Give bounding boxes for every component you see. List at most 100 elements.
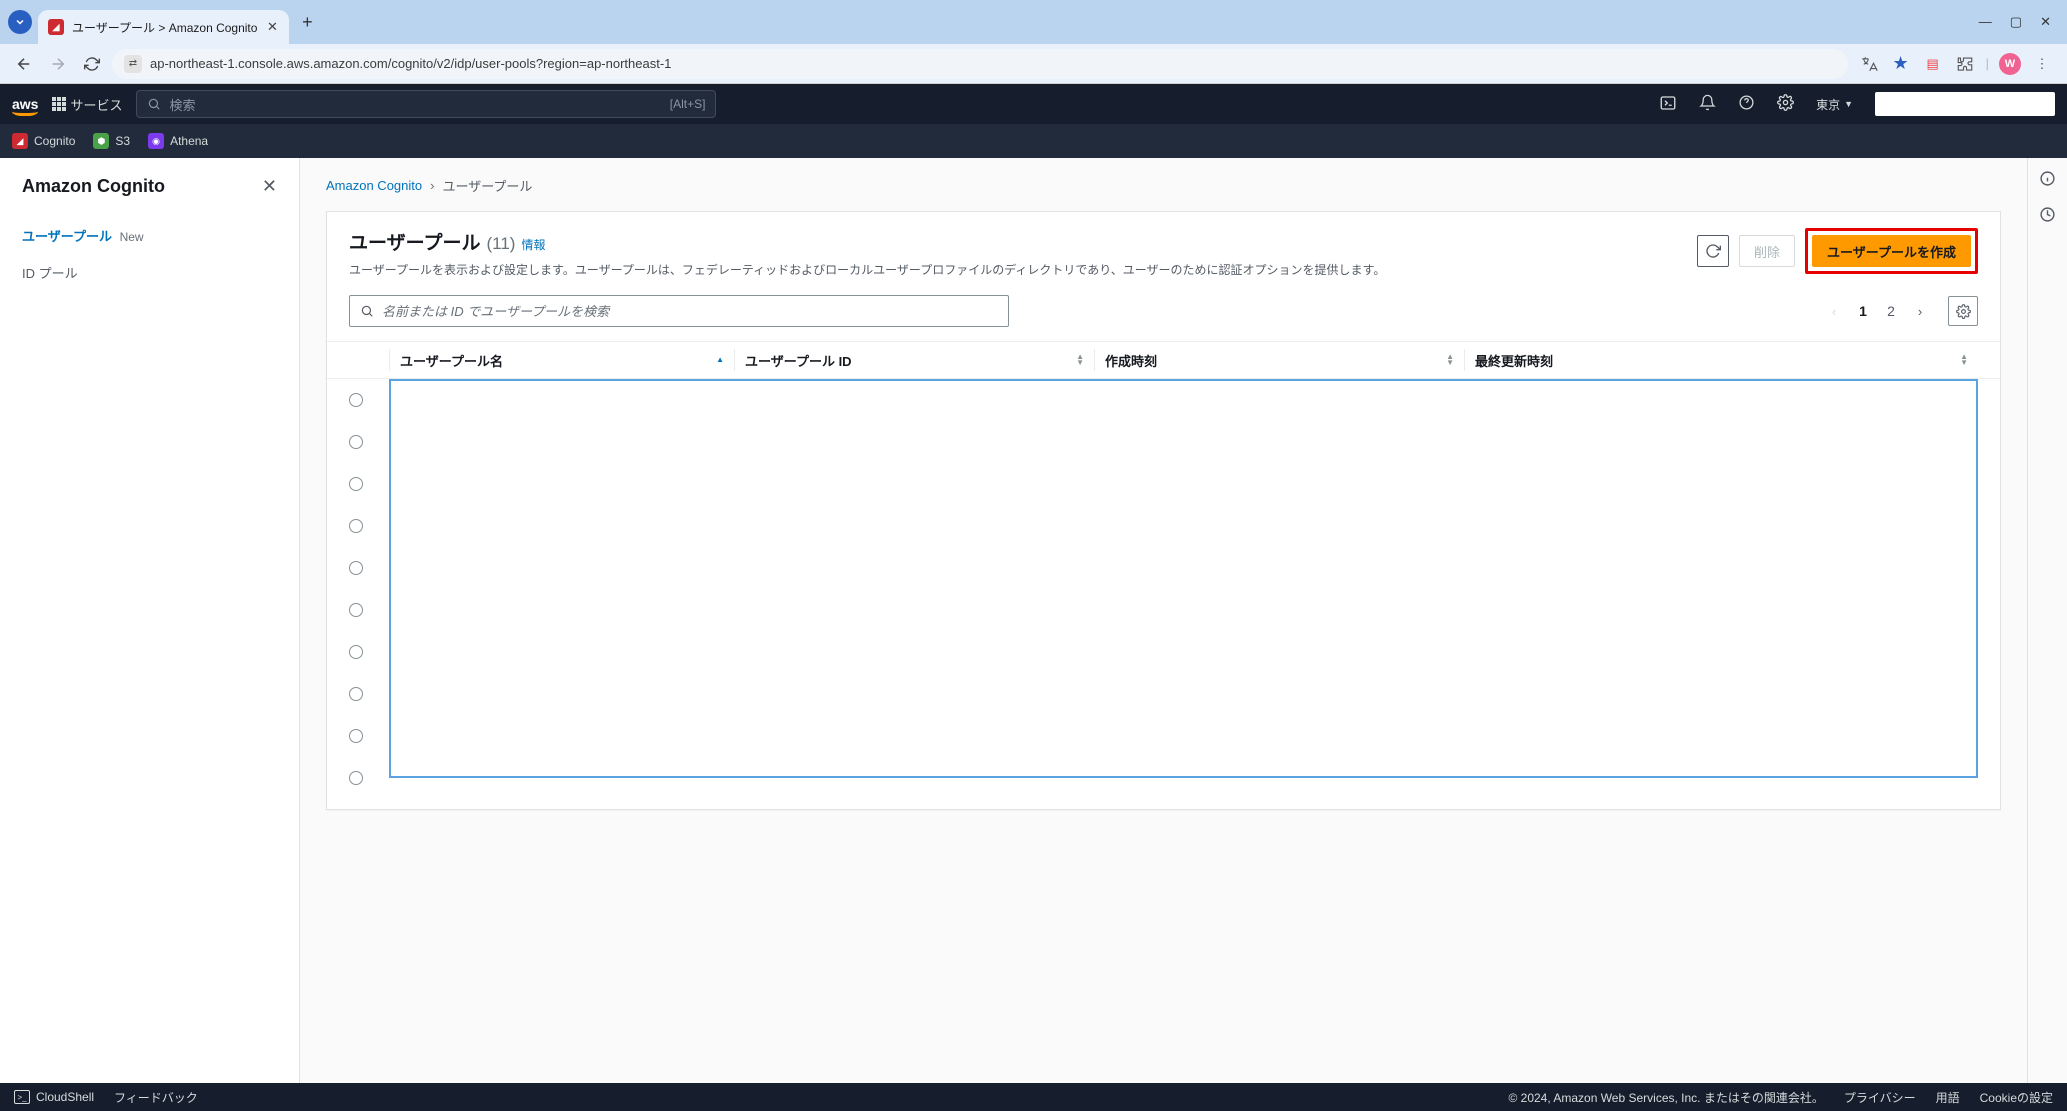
- next-page-button[interactable]: ›: [1908, 299, 1932, 323]
- reload-button[interactable]: [78, 50, 106, 78]
- radio-icon: [349, 687, 363, 701]
- region-selector[interactable]: 東京 ▼: [1816, 96, 1853, 113]
- privacy-link[interactable]: プライバシー: [1844, 1089, 1916, 1106]
- browser-tab-strip: ◢ ユーザープール > Amazon Cognito ✕ + ― ▢ ✕: [0, 0, 2067, 44]
- cloudshell-button[interactable]: >_ CloudShell: [14, 1090, 94, 1104]
- page-description: ユーザープールを表示および設定します。ユーザープールは、フェデレーティッドおよび…: [349, 261, 1697, 279]
- radio-icon: [349, 477, 363, 491]
- search-hotkey-hint: [Alt+S]: [670, 97, 706, 111]
- aws-global-header: aws サービス 検索 [Alt+S] 東京 ▼: [0, 84, 2067, 124]
- search-placeholder: 検索: [169, 95, 195, 114]
- radio-icon: [349, 393, 363, 407]
- translate-icon[interactable]: [1858, 53, 1880, 75]
- table-row-select[interactable]: [349, 379, 389, 421]
- radio-icon: [349, 435, 363, 449]
- help-icon[interactable]: [1738, 94, 1755, 114]
- tab-close-icon[interactable]: ✕: [265, 20, 279, 34]
- refresh-icon: [1705, 243, 1721, 259]
- sort-icon: ▲▼: [1076, 354, 1084, 366]
- info-link[interactable]: 情報: [521, 236, 545, 253]
- new-tab-button[interactable]: +: [293, 8, 321, 36]
- cognito-icon: ◢: [12, 133, 28, 149]
- radio-icon: [349, 729, 363, 743]
- info-icon[interactable]: [2039, 170, 2056, 190]
- close-panel-icon[interactable]: ✕: [262, 176, 277, 197]
- refresh-button[interactable]: [1697, 235, 1729, 267]
- tab-search-button[interactable]: [8, 10, 32, 34]
- sort-icon: ▲▼: [1960, 354, 1968, 366]
- table-header-row: ユーザープール名 ▲ ユーザープール ID ▲▼ 作成時刻 ▲▼ 最終更新時刻 …: [327, 341, 2000, 379]
- settings-gear-icon[interactable]: [1777, 94, 1794, 114]
- window-minimize-icon[interactable]: ―: [1979, 14, 1992, 30]
- terms-link[interactable]: 用語: [1936, 1089, 1960, 1106]
- user-pools-panel: ユーザープール (11) 情報 ユーザープールを表示および設定します。ユーザープ…: [326, 211, 2001, 810]
- favorite-cognito[interactable]: ◢Cognito: [12, 133, 75, 149]
- table-row-select[interactable]: [349, 715, 389, 757]
- column-select: [349, 349, 389, 371]
- feedback-link[interactable]: フィードバック: [114, 1089, 198, 1106]
- url-text: ap-northeast-1.console.aws.amazon.com/co…: [150, 56, 671, 71]
- help-panel-rail: [2027, 158, 2067, 1083]
- notifications-bell-icon[interactable]: [1699, 94, 1716, 114]
- copyright-text: © 2024, Amazon Web Services, Inc. またはその関…: [1508, 1089, 1823, 1106]
- window-close-icon[interactable]: ✕: [2040, 14, 2051, 30]
- extensions-puzzle-icon[interactable]: [1954, 53, 1976, 75]
- create-user-pool-button[interactable]: ユーザープールを作成: [1812, 235, 1971, 267]
- breadcrumb-root[interactable]: Amazon Cognito: [326, 178, 422, 193]
- table-row-select[interactable]: [349, 505, 389, 547]
- table-preferences-button[interactable]: [1948, 296, 1978, 326]
- bookmark-star-icon[interactable]: ★: [1890, 53, 1912, 75]
- table-row-select[interactable]: [349, 757, 389, 799]
- page-2[interactable]: 2: [1880, 303, 1902, 319]
- browser-tab[interactable]: ◢ ユーザープール > Amazon Cognito ✕: [38, 10, 289, 44]
- prev-page-button: ‹: [1822, 299, 1846, 323]
- nav-user-pools[interactable]: ユーザープール New: [22, 217, 277, 254]
- account-menu[interactable]: [1875, 92, 2055, 116]
- side-navigation: Amazon Cognito ✕ ユーザープール New ID プール: [0, 158, 300, 1083]
- column-name[interactable]: ユーザープール名 ▲: [389, 349, 734, 371]
- cloudshell-icon[interactable]: [1659, 94, 1677, 115]
- url-input[interactable]: ⇄ ap-northeast-1.console.aws.amazon.com/…: [112, 49, 1848, 79]
- table-row-select[interactable]: [349, 589, 389, 631]
- annotation-highlight: ユーザープールを作成: [1805, 228, 1978, 274]
- profile-avatar[interactable]: W: [1999, 53, 2021, 75]
- table-row-select[interactable]: [349, 547, 389, 589]
- table-row-select[interactable]: [349, 463, 389, 505]
- filter-input[interactable]: [382, 304, 998, 319]
- favorite-athena[interactable]: ◉Athena: [148, 133, 208, 149]
- column-id[interactable]: ユーザープール ID ▲▼: [734, 349, 1094, 371]
- radio-icon: [349, 561, 363, 575]
- sort-asc-icon: ▲: [716, 357, 724, 363]
- extension-icon[interactable]: ▤: [1922, 53, 1944, 75]
- table-row-select[interactable]: [349, 631, 389, 673]
- delete-button: 削除: [1739, 235, 1795, 267]
- site-info-icon[interactable]: ⇄: [124, 55, 142, 73]
- terminal-icon: >_: [14, 1090, 30, 1104]
- column-updated[interactable]: 最終更新時刻 ▲▼: [1464, 349, 1978, 371]
- sort-icon: ▲▼: [1446, 354, 1454, 366]
- search-icon: [360, 304, 374, 318]
- window-maximize-icon[interactable]: ▢: [2010, 14, 2022, 30]
- back-button[interactable]: [10, 50, 38, 78]
- breadcrumb: Amazon Cognito › ユーザープール: [326, 176, 2001, 195]
- redacted-content: [389, 379, 1978, 778]
- tab-favicon-icon: ◢: [48, 19, 64, 35]
- column-created[interactable]: 作成時刻 ▲▼: [1094, 349, 1464, 371]
- table-row-select[interactable]: [349, 673, 389, 715]
- page-1[interactable]: 1: [1852, 303, 1874, 319]
- services-menu[interactable]: サービス: [52, 95, 122, 114]
- forward-button[interactable]: [44, 50, 72, 78]
- service-title: Amazon Cognito: [22, 176, 165, 197]
- filter-input-wrapper: [349, 295, 1009, 327]
- global-search-input[interactable]: 検索 [Alt+S]: [136, 90, 716, 118]
- nav-id-pools[interactable]: ID プール: [22, 254, 277, 291]
- menu-dots-icon[interactable]: ⋮: [2031, 53, 2053, 75]
- favorite-s3[interactable]: ⬢S3: [93, 133, 130, 149]
- aws-favorites-bar: ◢Cognito ⬢S3 ◉Athena: [0, 124, 2067, 158]
- aws-logo[interactable]: aws: [12, 96, 38, 112]
- caret-down-icon: ▼: [1844, 99, 1853, 109]
- cookie-link[interactable]: Cookieの設定: [1980, 1089, 2053, 1106]
- table-row-select[interactable]: [349, 421, 389, 463]
- tab-title: ユーザープール > Amazon Cognito: [72, 19, 257, 36]
- diagnostics-icon[interactable]: [2039, 206, 2056, 226]
